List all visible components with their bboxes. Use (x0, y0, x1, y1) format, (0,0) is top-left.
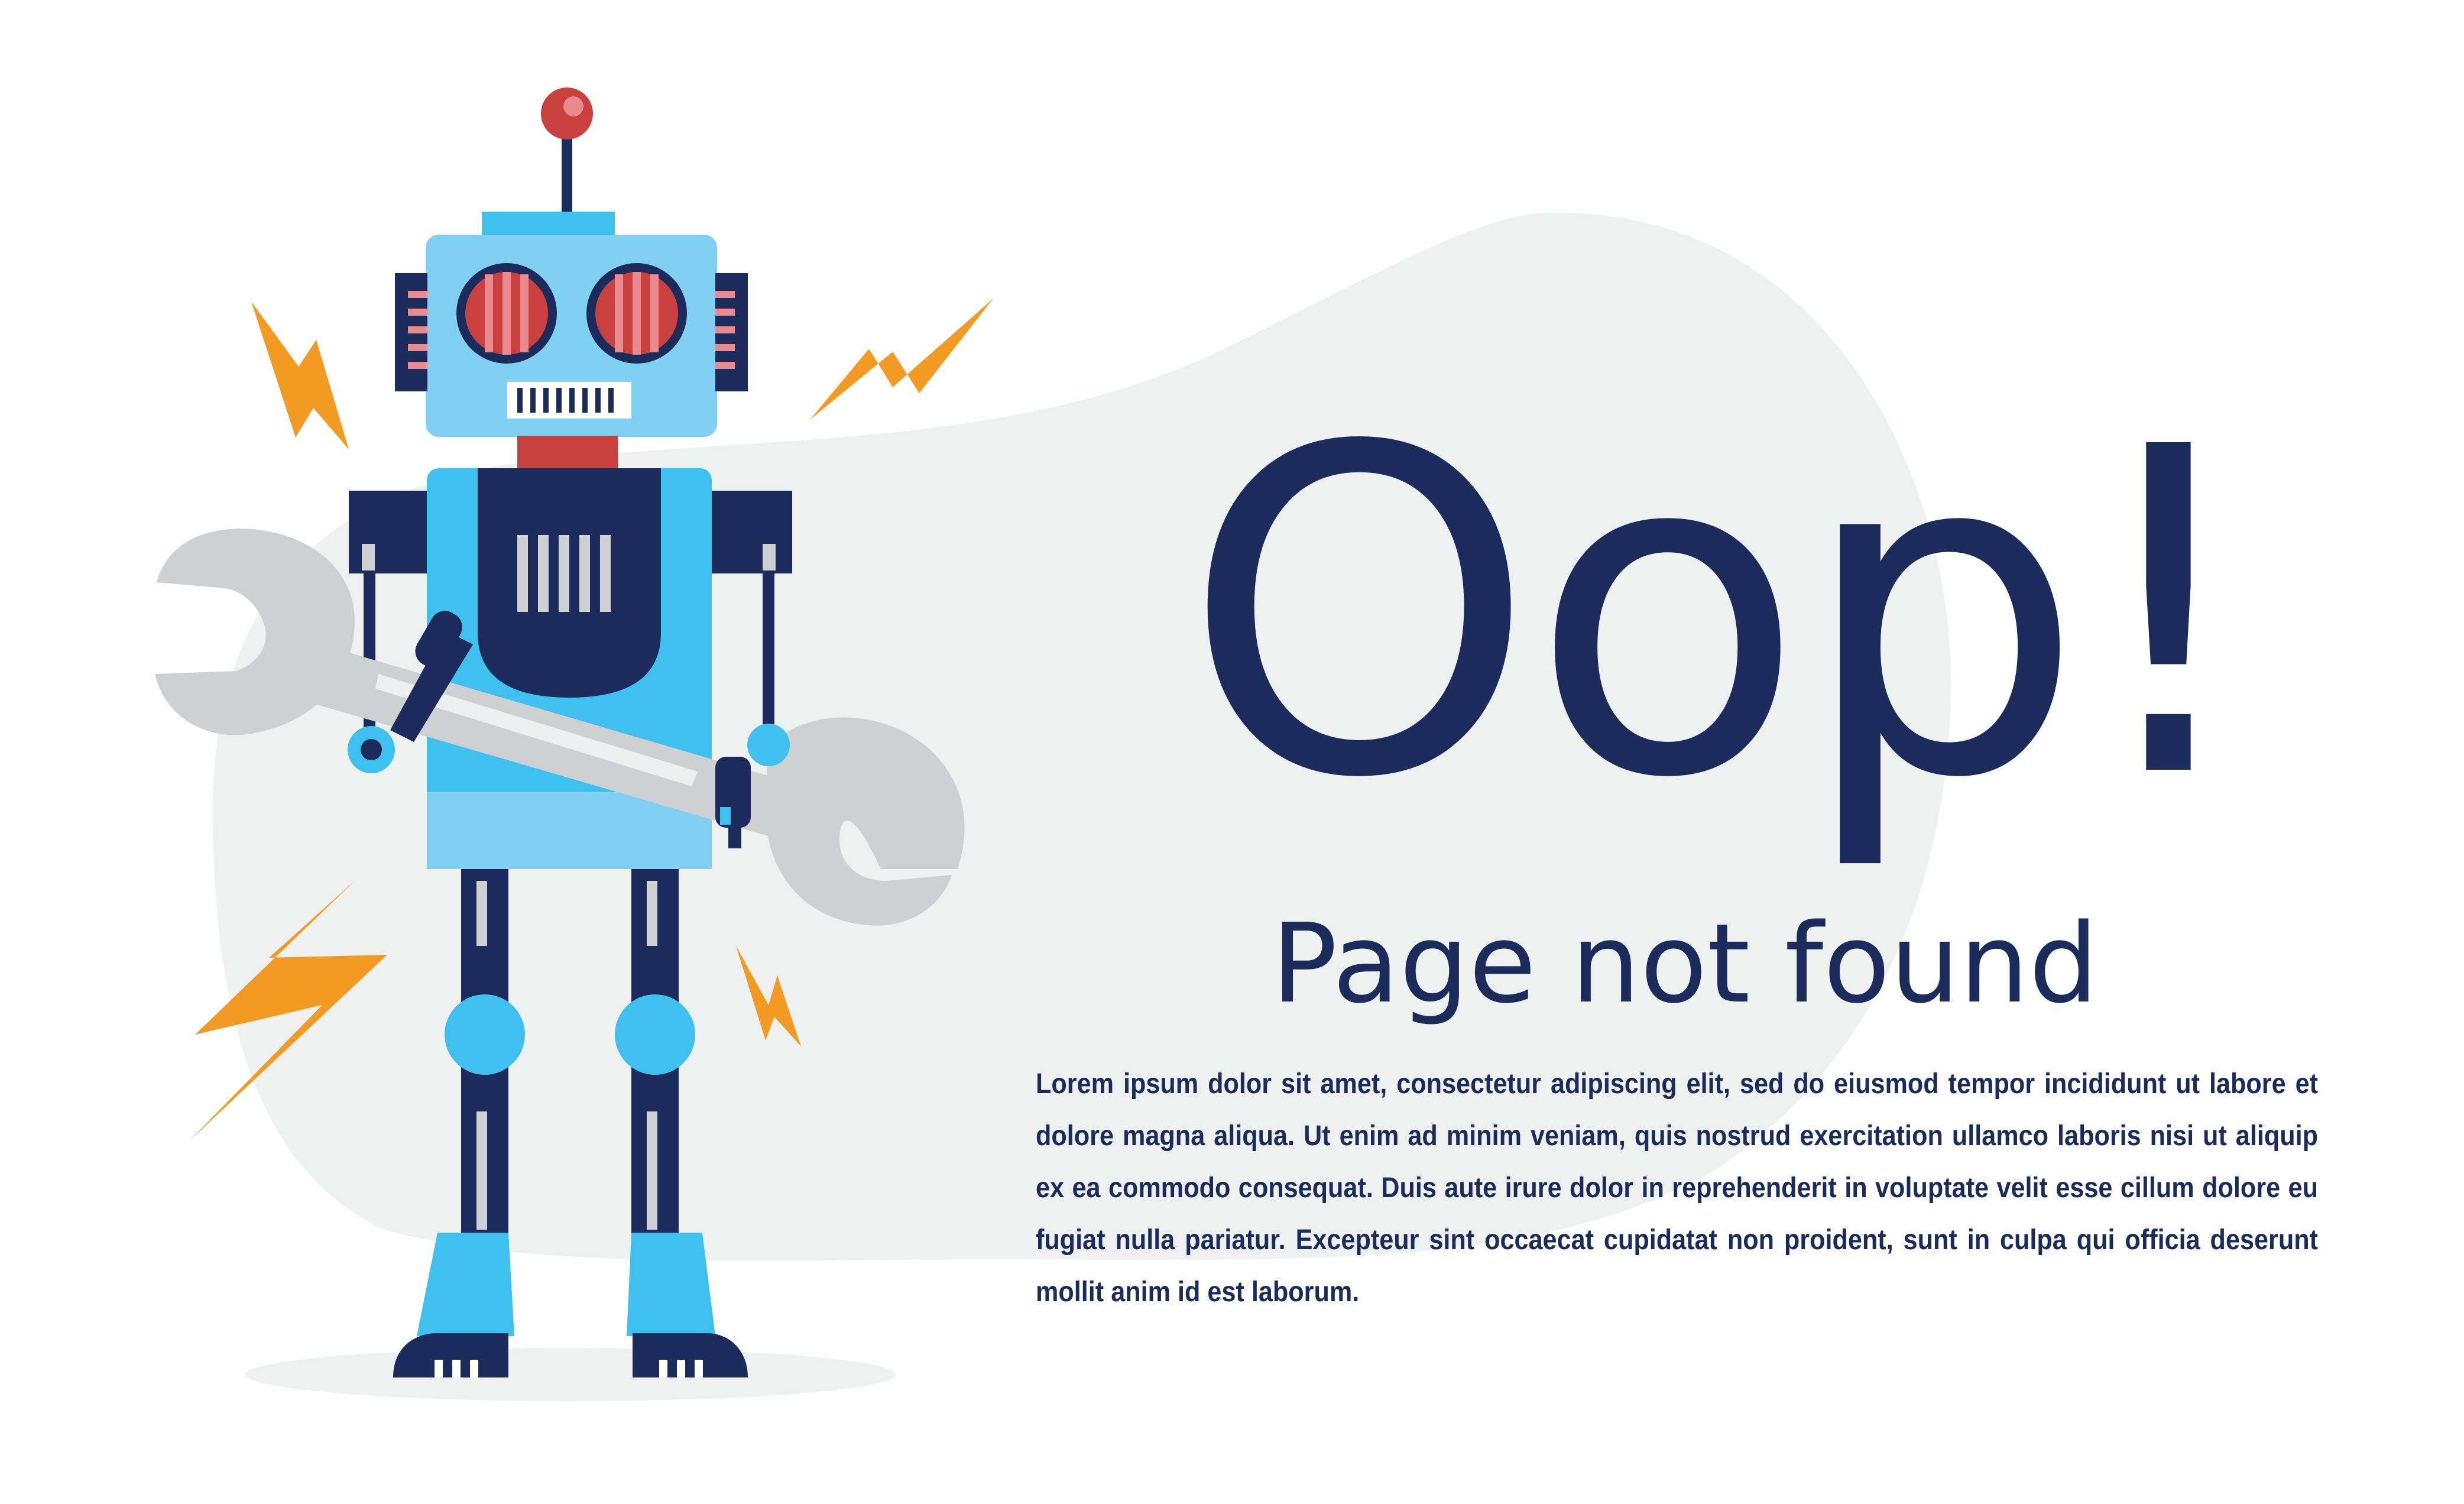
robot-mouth (507, 382, 631, 419)
antenna-icon (541, 87, 593, 213)
page-not-found-subtitle: Page not found (1271, 900, 2099, 1027)
robot-head (395, 212, 748, 437)
error-headline: Oop! (1182, 354, 2258, 876)
robot-neck (517, 436, 618, 471)
robot-body (427, 468, 712, 869)
error-page: Oop! Page not found Lorem ipsum dolor si… (0, 0, 2464, 1504)
robot-eye-right (586, 263, 687, 364)
robot-eye-left (456, 263, 557, 364)
error-description: Lorem ipsum dolor sit amet, consectetur … (1036, 1068, 2318, 1308)
ground-shadow (245, 1348, 896, 1401)
